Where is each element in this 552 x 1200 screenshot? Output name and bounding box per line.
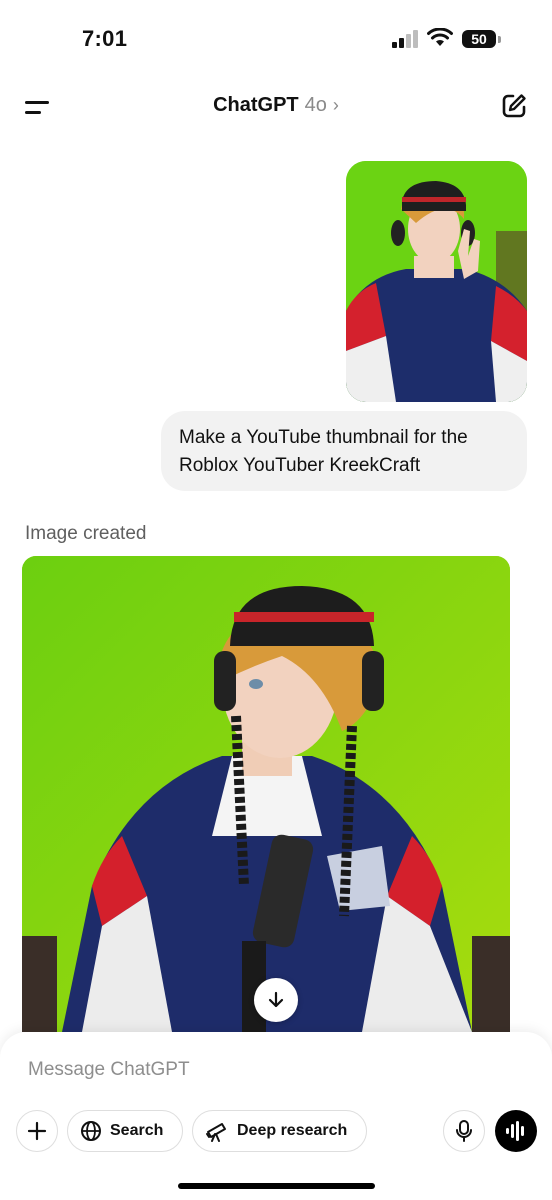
status-bar: 7:01 50 bbox=[0, 0, 552, 80]
home-indicator bbox=[178, 1183, 375, 1189]
chevron-right-icon: › bbox=[332, 95, 339, 115]
image-created-label: Image created bbox=[25, 523, 147, 544]
user-photo[interactable] bbox=[346, 161, 527, 402]
voice-mode-button[interactable] bbox=[495, 1110, 537, 1152]
header: ChatGPT 4o › bbox=[0, 80, 552, 134]
voice-waveform-icon bbox=[506, 1121, 524, 1141]
deep-research-button[interactable]: Deep research bbox=[192, 1110, 367, 1152]
globe-icon bbox=[81, 1121, 101, 1141]
search-button[interactable]: Search bbox=[67, 1110, 183, 1152]
model-selector[interactable]: ChatGPT 4o › bbox=[0, 94, 552, 117]
message-input[interactable] bbox=[26, 1054, 450, 1086]
scroll-down-button[interactable] bbox=[254, 978, 298, 1022]
battery-icon: 50 bbox=[462, 30, 502, 50]
user-message-bubble: Make a YouTube thumbnail for the Roblox … bbox=[161, 411, 527, 491]
search-label: Search bbox=[110, 1122, 164, 1139]
arrow-down-icon bbox=[268, 991, 284, 1008]
signal-icon bbox=[392, 30, 418, 48]
composer: Search Deep research bbox=[0, 1032, 552, 1200]
model-name: 4o bbox=[304, 94, 327, 116]
wifi-icon bbox=[427, 28, 453, 46]
generated-thumbnail[interactable] bbox=[22, 556, 510, 1032]
telescope-icon bbox=[206, 1123, 226, 1142]
microphone-icon bbox=[456, 1120, 472, 1142]
status-time: 7:01 bbox=[82, 26, 128, 51]
battery-level: 50 bbox=[471, 31, 487, 47]
plus-icon bbox=[27, 1121, 47, 1141]
new-chat-icon[interactable] bbox=[500, 92, 528, 120]
deep-research-label: Deep research bbox=[237, 1122, 348, 1139]
attach-button[interactable] bbox=[16, 1110, 58, 1152]
dictate-button[interactable] bbox=[443, 1110, 485, 1152]
app-title: ChatGPT bbox=[213, 94, 299, 116]
